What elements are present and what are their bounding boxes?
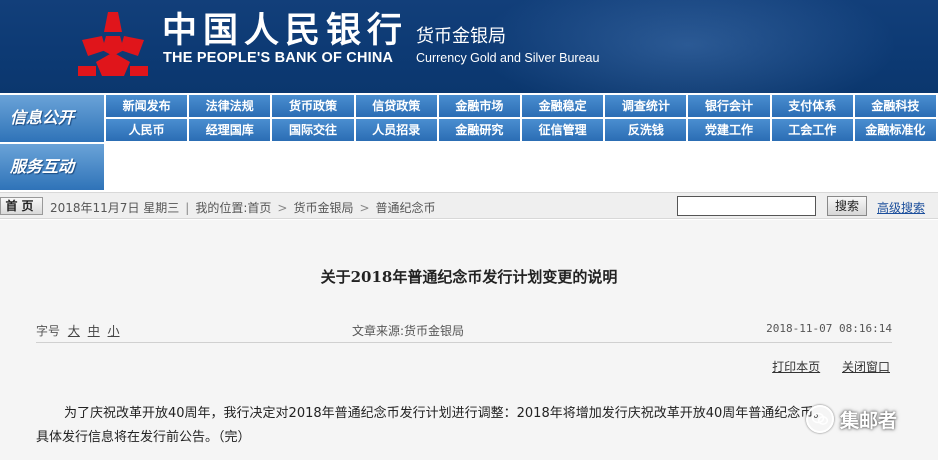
- nav-item[interactable]: 银行会计: [688, 95, 772, 117]
- nav-item[interactable]: 支付体系: [771, 95, 855, 117]
- close-window-link[interactable]: 关闭窗口: [842, 360, 890, 374]
- article-body: 为了庆祝改革开放40周年，我行决定对2018年普通纪念币发行计划进行调整：201…: [36, 402, 896, 450]
- nav-item[interactable]: 信贷政策: [355, 95, 439, 117]
- wechat-bubble-icon: [806, 405, 834, 433]
- bureau-name-cn: 货币金银局: [416, 26, 506, 47]
- article-actions: 打印本页 关闭窗口: [754, 358, 890, 375]
- header-banner: 中国人民银行 THE PEOPLE'S BANK OF CHINA 货币金银局 …: [0, 0, 938, 93]
- article-source: 文章来源:货币金银局: [352, 324, 465, 338]
- breadcrumb-current[interactable]: 普通纪念币: [376, 201, 436, 215]
- nav-item[interactable]: 货币政策: [272, 95, 356, 117]
- article-paragraph: 具体发行信息将在发行前公告。（完）: [36, 430, 251, 445]
- service-panel: [106, 144, 938, 190]
- nav-row-2: 人民币 经理国库 国际交往 人员招录 金融研究 征信管理 反洗钱 党建工作 工会…: [106, 119, 937, 141]
- home-button[interactable]: 首页: [0, 197, 43, 215]
- nav-item[interactable]: 征信管理: [522, 119, 606, 141]
- current-date: 2018年11月7日 星期三: [50, 201, 180, 215]
- nav-item[interactable]: 法律法规: [189, 95, 273, 117]
- nav-row-1: 新闻发布 法律法规 货币政策 信贷政策 金融市场 金融稳定 调查统计 银行会计 …: [106, 95, 937, 117]
- status-text: 2018年11月7日 星期三 | 我的位置:首页 > 货币金银局 > 普通纪念币: [50, 201, 436, 215]
- fontsize-control: 字号 大 中 小: [36, 322, 120, 339]
- search-input[interactable]: [677, 196, 816, 216]
- watermark: 集邮者: [806, 404, 897, 434]
- article-datetime: 2018-11-07 08:16:14: [766, 322, 892, 335]
- print-link[interactable]: 打印本页: [772, 360, 820, 374]
- breadcrumb-bureau[interactable]: 货币金银局: [293, 201, 353, 215]
- fontsize-label: 字号: [36, 324, 61, 338]
- nav-item[interactable]: 党建工作: [688, 119, 772, 141]
- fontsize-large-link[interactable]: 大: [68, 324, 80, 338]
- status-bar: 首页 2018年11月7日 星期三 | 我的位置:首页 > 货币金银局 > 普通纪念币 搜索…: [0, 192, 938, 219]
- bureau-name-en: Currency Gold and Silver Bureau: [416, 51, 600, 65]
- meta-divider: [36, 342, 892, 343]
- bank-name-cn: 中国人民银行: [162, 10, 409, 51]
- tab-info-disclosure[interactable]: 信息公开: [0, 95, 104, 142]
- nav-item[interactable]: 人员招录: [355, 119, 439, 141]
- tab-service-interaction[interactable]: 服务互动: [0, 144, 104, 190]
- watermark-text: 集邮者: [840, 409, 898, 432]
- search-button[interactable]: 搜索: [827, 196, 867, 216]
- nav-item[interactable]: 调查统计: [605, 95, 689, 117]
- article-meta: 字号 大 中 小 文章来源:货币金银局 2018-11-07 08:16:14: [36, 322, 892, 340]
- fontsize-medium-link[interactable]: 中: [88, 324, 100, 338]
- article-title: 关于2018年普通纪念币发行计划变更的说明: [320, 268, 618, 286]
- nav-item[interactable]: 金融研究: [438, 119, 523, 141]
- article-paragraph: 为了庆祝改革开放40周年，我行决定对2018年普通纪念币发行计划进行调整：201…: [64, 406, 827, 421]
- nav-item[interactable]: 经理国库: [189, 119, 273, 141]
- nav-item[interactable]: 金融科技: [854, 95, 937, 117]
- nav-item[interactable]: 人民币: [106, 119, 190, 141]
- pboc-emblem-icon: [78, 12, 148, 76]
- bank-name-en: THE PEOPLE'S BANK OF CHINA: [163, 50, 394, 66]
- nav-item[interactable]: 新闻发布: [106, 95, 190, 117]
- nav-item[interactable]: 反洗钱: [605, 119, 689, 141]
- nav-item[interactable]: 金融稳定: [522, 95, 606, 117]
- breadcrumb-home[interactable]: 首页: [247, 201, 271, 215]
- nav-item[interactable]: 国际交往: [272, 119, 356, 141]
- advanced-search-link[interactable]: 高级搜索: [877, 199, 925, 216]
- banner-glow: [478, 0, 898, 93]
- nav-item[interactable]: 金融标准化: [854, 119, 937, 141]
- article-panel: 关于2018年普通纪念币发行计划变更的说明 字号 大 中 小 文章来源:货币金银…: [0, 220, 938, 460]
- location-label: 我的位置:: [195, 201, 248, 215]
- fontsize-small-link[interactable]: 小: [108, 324, 120, 338]
- nav-item[interactable]: 金融市场: [438, 95, 523, 117]
- nav-item[interactable]: 工会工作: [771, 119, 855, 141]
